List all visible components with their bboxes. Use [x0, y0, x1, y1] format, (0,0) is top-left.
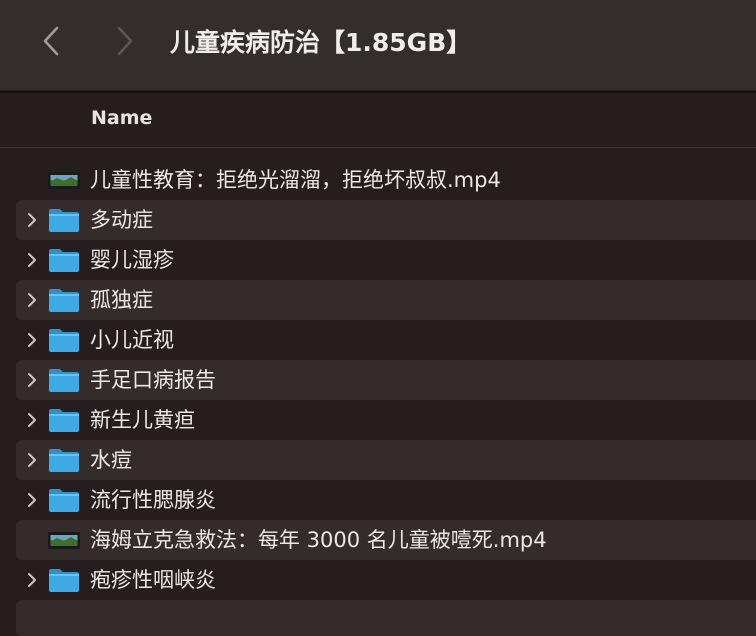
- column-header: Name: [0, 93, 756, 145]
- folder-row[interactable]: 多动症: [0, 200, 756, 240]
- disclosure-chevron-icon[interactable]: [24, 371, 40, 389]
- item-name: 海姆立克急救法：每年 3000 名儿童被噎死.mp4: [90, 528, 547, 552]
- folder-row[interactable]: 水痘: [0, 440, 756, 480]
- video-file-icon: [48, 172, 80, 189]
- item-name: 新生儿黄疸: [90, 408, 195, 432]
- item-name: 水痘: [90, 448, 132, 472]
- file-row[interactable]: 海姆立克急救法：每年 3000 名儿童被噎死.mp4: [0, 520, 756, 560]
- window-title: 儿童疾病防治【1.85GB】: [170, 28, 472, 57]
- item-name: 婴儿湿疹: [90, 248, 174, 272]
- item-name: 疱疹性咽峡炎: [90, 568, 216, 592]
- back-button[interactable]: [36, 24, 66, 58]
- folder-row[interactable]: 手足口病报告: [0, 360, 756, 400]
- title-bar: 儿童疾病防治【1.85GB】: [0, 0, 756, 90]
- folder-icon: [48, 567, 80, 593]
- folder-icon: [48, 407, 80, 433]
- chevron-right-icon: [117, 26, 133, 56]
- video-file-icon: [48, 532, 80, 549]
- disclosure-chevron-icon[interactable]: [24, 251, 40, 269]
- folder-row[interactable]: 婴儿湿疹: [0, 240, 756, 280]
- disclosure-chevron-icon[interactable]: [24, 331, 40, 349]
- folder-row[interactable]: 孤独症: [0, 280, 756, 320]
- item-name: 小儿近视: [90, 328, 174, 352]
- folder-row[interactable]: 流行性腮腺炎: [0, 480, 756, 520]
- disclosure-chevron-icon[interactable]: [24, 451, 40, 469]
- folder-icon: [48, 447, 80, 473]
- folder-row[interactable]: 小儿近视: [0, 320, 756, 360]
- header-divider: [0, 147, 756, 148]
- item-name: 流行性腮腺炎: [90, 488, 216, 512]
- item-name: 多动症: [90, 208, 153, 232]
- chevron-left-icon: [43, 26, 59, 56]
- empty-row: [0, 600, 756, 636]
- folder-icon: [48, 247, 80, 273]
- disclosure-chevron-icon[interactable]: [24, 491, 40, 509]
- folder-icon: [48, 487, 80, 513]
- folder-icon: [48, 207, 80, 233]
- disclosure-chevron-icon[interactable]: [24, 571, 40, 589]
- item-name: 儿童性教育：拒绝光溜溜，拒绝坏叔叔.mp4: [90, 168, 501, 192]
- file-list: 儿童性教育：拒绝光溜溜，拒绝坏叔叔.mp4 多动症 婴儿湿疹 孤独症 小儿近视 …: [0, 160, 756, 636]
- column-header-name[interactable]: Name: [91, 107, 152, 129]
- item-name: 孤独症: [90, 288, 153, 312]
- disclosure-chevron-icon[interactable]: [24, 411, 40, 429]
- disclosure-chevron-icon[interactable]: [24, 211, 40, 229]
- folder-icon: [48, 327, 80, 353]
- file-row[interactable]: 儿童性教育：拒绝光溜溜，拒绝坏叔叔.mp4: [0, 160, 756, 200]
- folder-row[interactable]: 疱疹性咽峡炎: [0, 560, 756, 600]
- folder-icon: [48, 367, 80, 393]
- forward-button[interactable]: [110, 24, 140, 58]
- disclosure-chevron-icon[interactable]: [24, 291, 40, 309]
- folder-row[interactable]: 新生儿黄疸: [0, 400, 756, 440]
- item-name: 手足口病报告: [90, 368, 216, 392]
- folder-icon: [48, 287, 80, 313]
